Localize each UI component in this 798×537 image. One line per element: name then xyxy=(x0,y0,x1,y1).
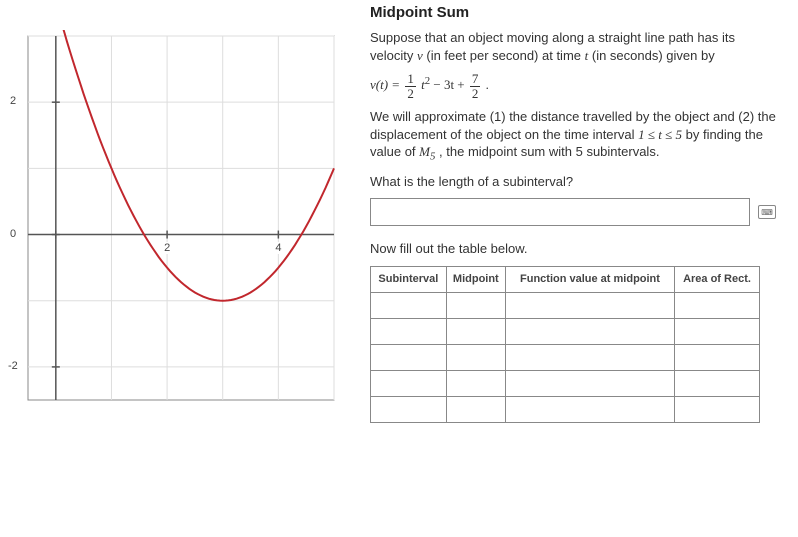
ytick--2: -2 xyxy=(8,360,18,372)
table-cell[interactable] xyxy=(446,318,505,344)
table-cell[interactable] xyxy=(371,318,447,344)
table-cell[interactable] xyxy=(505,292,674,318)
table-cell[interactable] xyxy=(675,370,760,396)
problem-intro: Suppose that an object moving along a st… xyxy=(370,29,778,64)
ytick-0: 0 xyxy=(10,228,16,240)
riemann-table: Subinterval Midpoint Function value at m… xyxy=(370,266,760,423)
th-subinterval: Subinterval xyxy=(371,266,447,292)
para2-c: , the midpoint sum with 5 subintervals. xyxy=(439,144,659,159)
interval: 1 ≤ t ≤ 5 xyxy=(638,127,682,142)
table-cell[interactable] xyxy=(675,318,760,344)
table-row xyxy=(371,292,760,318)
sym-v: v xyxy=(417,48,423,63)
eq-sup: 2 xyxy=(425,75,430,87)
table-cell[interactable] xyxy=(675,344,760,370)
frac2-num: 7 xyxy=(470,72,481,87)
table-cell[interactable] xyxy=(675,292,760,318)
keyboard-icon[interactable]: ⌨ xyxy=(758,205,776,219)
eq-lhs: v(t) = xyxy=(370,77,403,92)
table-row xyxy=(371,344,760,370)
ytick-2: 2 xyxy=(10,95,16,107)
frac-half: 1 2 xyxy=(405,72,416,100)
frac1-num: 1 xyxy=(405,72,416,87)
table-row xyxy=(371,370,760,396)
table-cell[interactable] xyxy=(505,370,674,396)
table-cell[interactable] xyxy=(446,396,505,422)
table-cell[interactable] xyxy=(371,370,447,396)
eq-mid: − 3t + xyxy=(433,77,468,92)
frac-seven-half: 7 2 xyxy=(470,72,481,100)
equation: v(t) = 1 2 t2 − 3t + 7 2 . xyxy=(370,72,778,100)
velocity-chart: 2 0 -2 2 4 xyxy=(4,30,344,410)
table-row xyxy=(371,318,760,344)
eq-tail: . xyxy=(486,77,489,92)
th-midpoint: Midpoint xyxy=(446,266,505,292)
question-1: What is the length of a subinterval? xyxy=(370,173,778,191)
table-prompt: Now fill out the table below. xyxy=(370,240,778,258)
th-area: Area of Rect. xyxy=(675,266,760,292)
M5: M5 xyxy=(419,144,435,159)
problem-para2: We will approximate (1) the distance tra… xyxy=(370,108,778,164)
table-cell[interactable] xyxy=(505,318,674,344)
table-row xyxy=(371,396,760,422)
xtick-2: 2 xyxy=(164,242,170,254)
intro-text-b: (in feet per second) at time xyxy=(426,48,584,63)
sym-t: t xyxy=(585,48,589,63)
frac2-den: 2 xyxy=(470,87,481,101)
frac1-den: 2 xyxy=(405,87,416,101)
xtick-4: 4 xyxy=(275,242,281,254)
table-cell[interactable] xyxy=(371,396,447,422)
table-cell[interactable] xyxy=(505,396,674,422)
intro-text-c: (in seconds) given by xyxy=(592,48,715,63)
subinterval-length-input[interactable] xyxy=(370,198,750,226)
M-sub: 5 xyxy=(430,151,435,163)
page-title: Midpoint Sum xyxy=(370,4,778,21)
table-cell[interactable] xyxy=(371,344,447,370)
table-cell[interactable] xyxy=(446,344,505,370)
table-cell[interactable] xyxy=(446,370,505,396)
table-cell[interactable] xyxy=(446,292,505,318)
M-sym: M xyxy=(419,144,430,159)
th-fval: Function value at midpoint xyxy=(505,266,674,292)
table-header-row: Subinterval Midpoint Function value at m… xyxy=(371,266,760,292)
table-cell[interactable] xyxy=(505,344,674,370)
table-cell[interactable] xyxy=(675,396,760,422)
table-cell[interactable] xyxy=(371,292,447,318)
